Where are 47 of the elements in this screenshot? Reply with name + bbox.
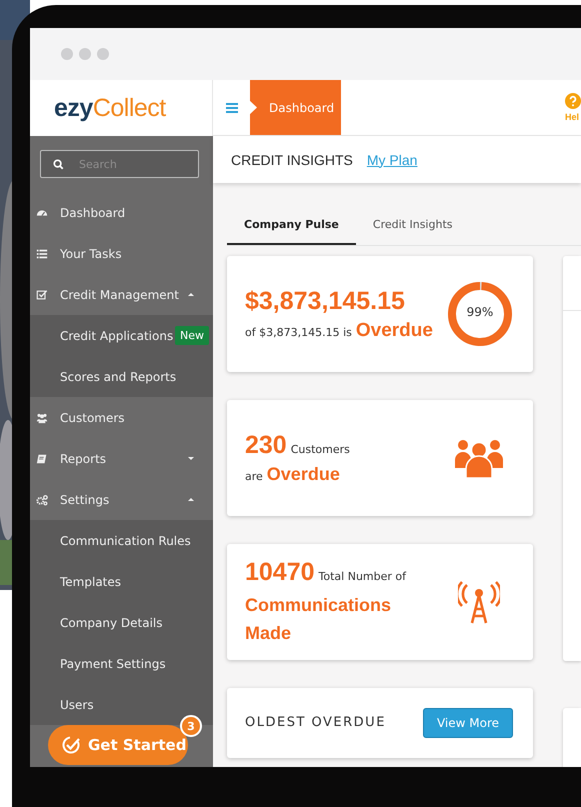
overdue-label: Overdue (356, 320, 433, 342)
sidebar-subitem[interactable]: Communication Rules (30, 520, 213, 561)
communications-label: Communications Made (245, 594, 392, 644)
people-icon (455, 438, 503, 478)
logo[interactable]: ezyCollect (54, 94, 166, 122)
breadcrumb-tab[interactable]: Dashboard (250, 80, 341, 135)
window-dot (97, 48, 109, 60)
check-circle-icon (62, 736, 80, 754)
sidebar-subitem[interactable]: Templates (30, 561, 213, 602)
sidebar-subitem[interactable]: Credit Applications New (30, 315, 213, 356)
sidebar-item[interactable]: Your Tasks (30, 233, 213, 274)
card-title: OLDEST OVERDUE (245, 715, 386, 730)
page-title: CREDIT INSIGHTS (231, 152, 353, 168)
sidebar-item[interactable]: Dashboard (30, 192, 213, 233)
menu-icon[interactable] (226, 102, 238, 112)
help-icon[interactable] (565, 93, 581, 109)
percent-label: 99% (466, 305, 494, 319)
window-dot (61, 48, 73, 60)
count-caption: Customers (290, 443, 350, 456)
sidebar-item[interactable]: Settings (30, 479, 213, 520)
sidebar-subitem[interactable]: Company Details (30, 602, 213, 643)
sidebar-subitem[interactable]: Payment Settings (30, 643, 213, 684)
search-icon (53, 159, 64, 170)
window-dot (79, 48, 91, 60)
overdue-label: Overdue (266, 464, 340, 485)
list-icon (36, 248, 48, 260)
people-icon (36, 412, 48, 424)
tab[interactable]: Credit Insights (356, 205, 470, 245)
book-icon (36, 452, 48, 464)
sidebar-item[interactable]: Credit Management (30, 274, 213, 315)
antenna-icon (458, 580, 500, 624)
sidebar-subitem[interactable]: Scores and Reports (30, 356, 213, 397)
sidebar-item[interactable]: Reports (30, 438, 213, 479)
checkbox-icon (36, 288, 48, 300)
gears-icon (36, 494, 48, 506)
customer-count: 230 (245, 431, 287, 460)
tab[interactable]: Company Pulse (227, 205, 356, 245)
sidebar-item[interactable]: Customers (30, 397, 213, 438)
my-plan-link[interactable]: My Plan (366, 152, 418, 168)
amount-caption: of $3,873,145.15 is (245, 326, 352, 338)
count-caption: are (245, 470, 263, 483)
communication-count: 10470 (245, 558, 315, 586)
new-badge: New (175, 326, 209, 345)
get-started-button[interactable]: Get Started (48, 725, 188, 765)
view-more-button[interactable]: View More (422, 708, 513, 738)
amount-value: $3,873,145.15 (245, 286, 406, 316)
count-caption: Total Number of (318, 570, 406, 582)
